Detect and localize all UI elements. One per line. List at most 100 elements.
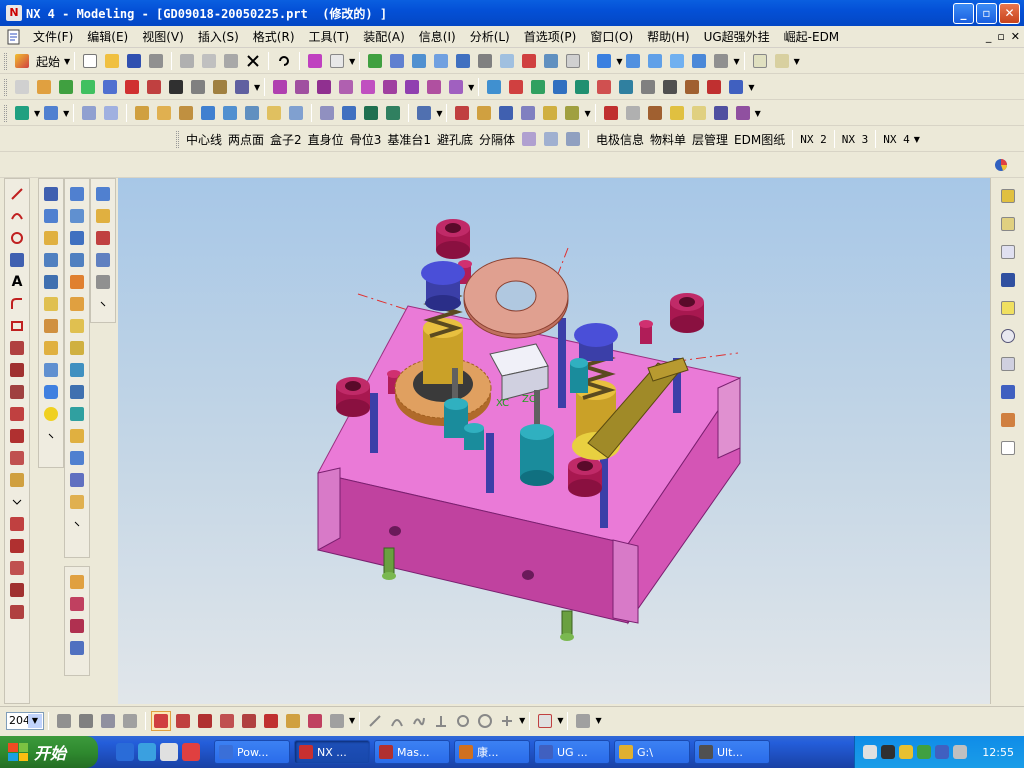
palette-icon[interactable] [998,354,1018,374]
network-icon[interactable] [917,745,931,759]
curve-5-icon[interactable] [358,77,378,97]
mdi-minimize-button[interactable]: _ [986,30,992,43]
curve-2-icon[interactable] [292,77,312,97]
plugin-icon-1[interactable] [519,129,539,149]
selection-filter-icon[interactable] [327,51,347,71]
plugin-nx2-button[interactable]: NX 2 [797,133,830,146]
plugin-centerline-button[interactable]: 中心线 [183,131,225,148]
quicklaunch-doc-icon[interactable] [160,743,178,761]
surface-9-icon[interactable] [660,77,680,97]
chamfer-icon[interactable] [188,77,208,97]
curve-1-icon[interactable] [270,77,290,97]
menu-edit[interactable]: 编辑(E) [80,28,135,45]
task-item-kang[interactable]: 康... [454,740,530,764]
op-6-icon[interactable] [67,294,87,314]
edit-22-icon[interactable] [601,103,621,123]
plugin-nx4-button[interactable]: NX 4 [880,133,913,146]
mdi-close-button[interactable]: ✕ [1011,30,1020,43]
repeat-command-icon[interactable] [305,51,325,71]
snap-3-icon[interactable] [98,711,118,731]
surface-1-icon[interactable] [484,77,504,97]
plugin-edm-drawing-button[interactable]: EDM图纸 [731,131,788,148]
plugin-nx3-button[interactable]: NX 3 [839,133,872,146]
edit-7-icon[interactable] [220,103,240,123]
edit-25-icon[interactable] [667,103,687,123]
curve-4-icon[interactable] [336,77,356,97]
arc-icon[interactable] [7,206,27,226]
surface-10-icon[interactable] [682,77,702,97]
menu-format[interactable]: 格式(R) [246,28,302,45]
undo-icon[interactable] [274,51,294,71]
menu-help[interactable]: 帮助(H) [640,28,696,45]
surface-6-icon[interactable] [594,77,614,97]
edit-curve-1-icon[interactable] [7,514,27,534]
nx-app-icon[interactable]: N [6,5,22,21]
op-15-icon[interactable] [67,492,87,512]
measure-icon[interactable] [573,711,593,731]
edit-8-icon[interactable] [242,103,262,123]
document-icon[interactable] [6,29,22,45]
zoom-select[interactable]: 204 ▼ [6,711,44,730]
maximize-button[interactable]: ▫ [976,3,997,24]
users-icon[interactable] [998,410,1018,430]
copy-icon[interactable] [199,51,219,71]
join-curve-icon[interactable] [7,470,27,490]
cut-icon[interactable] [177,51,197,71]
op-9-icon[interactable] [67,360,87,380]
extrude-icon[interactable] [34,77,54,97]
edit-curve-5-icon[interactable] [7,602,27,622]
check-icon[interactable] [122,77,142,97]
project-curve-icon[interactable] [7,448,27,468]
training-icon[interactable] [998,270,1018,290]
help-book-icon[interactable] [998,298,1018,318]
cylinder-icon[interactable] [41,382,61,402]
right-view-icon[interactable] [667,51,687,71]
edit-18-icon[interactable] [496,103,516,123]
snap-2-icon[interactable] [76,711,96,731]
text-icon[interactable]: A [7,272,27,292]
plugin-electrode-info-button[interactable]: 电极信息 [593,131,647,148]
view-cube-icon[interactable] [594,51,614,71]
roles-icon[interactable] [998,382,1018,402]
snap-end-icon[interactable] [173,711,193,731]
keyboard-icon[interactable] [863,745,877,759]
plugin-rib-button[interactable]: 骨位3 [347,131,385,148]
op-3-icon[interactable] [67,228,87,248]
plugin-bom-button[interactable]: 物料单 [647,131,689,148]
rotate-icon[interactable] [453,51,473,71]
draw-point-icon[interactable] [453,711,473,731]
offset-curve-icon[interactable] [7,404,27,424]
iso-view-icon[interactable] [689,51,709,71]
menu-file[interactable]: 文件(F) [26,28,80,45]
front-view-icon[interactable] [623,51,643,71]
surface-12-icon[interactable] [726,77,746,97]
form-8-icon[interactable] [41,338,61,358]
task-item-ug[interactable]: UG ... [534,740,610,764]
op-12-icon[interactable] [67,426,87,446]
op-8-icon[interactable] [67,338,87,358]
asm-5-icon[interactable] [93,272,113,292]
edit-26-icon[interactable] [689,103,709,123]
task-item-pow[interactable]: Pow... [214,740,290,764]
plugin-icon-3[interactable] [563,129,583,149]
surface-7-icon[interactable] [616,77,636,97]
snap-center-icon[interactable] [217,711,237,731]
edit-11-icon[interactable] [317,103,337,123]
chevron-down-icon[interactable] [67,514,87,534]
open-folder-icon[interactable] [102,51,122,71]
edit-21-icon[interactable] [562,103,582,123]
refresh-icon[interactable] [365,51,385,71]
surface-4-icon[interactable] [550,77,570,97]
menu-preferences[interactable]: 首选项(P) [517,28,584,45]
op-10-icon[interactable] [67,382,87,402]
top-view-icon[interactable] [645,51,665,71]
op-5-icon[interactable] [67,272,87,292]
menu-information[interactable]: 信息(I) [412,28,463,45]
edit-27-icon[interactable] [711,103,731,123]
fit-icon[interactable] [387,51,407,71]
snap-point-icon[interactable] [261,711,281,731]
edit-6-icon[interactable] [198,103,218,123]
edit-14-icon[interactable] [383,103,403,123]
chevron-down-icon[interactable] [41,426,61,446]
rectangle-icon[interactable] [7,316,27,336]
